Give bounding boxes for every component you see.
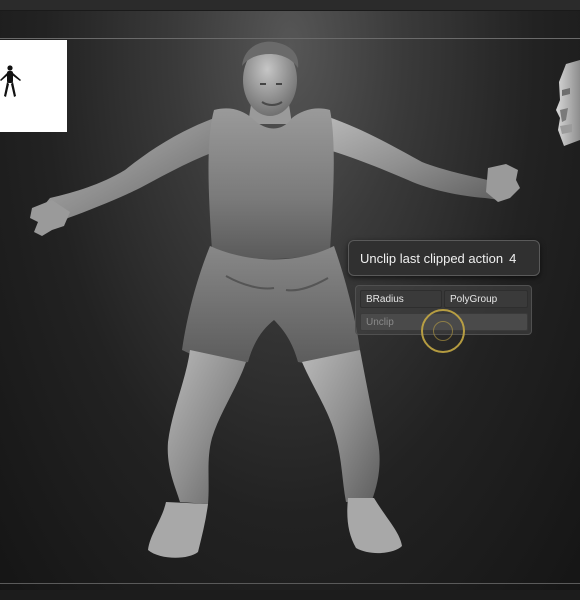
bradius-button[interactable]: BRadius [360, 290, 442, 308]
bottom-bar [0, 590, 580, 600]
viewport-top-border [0, 38, 580, 39]
polygroup-button[interactable]: PolyGroup [444, 290, 528, 308]
viewport-bottom-border [0, 583, 580, 584]
tooltip-label: Unclip last clipped action [360, 250, 504, 266]
brush-cursor-icon [421, 309, 465, 353]
tooltip: Unclip last clipped action 4 [348, 240, 540, 276]
top-menu-bar [0, 0, 580, 11]
brush-cursor-inner-ring [433, 321, 453, 341]
head-navigation-icon[interactable] [556, 60, 580, 146]
tooltip-count: 4 [509, 250, 517, 266]
